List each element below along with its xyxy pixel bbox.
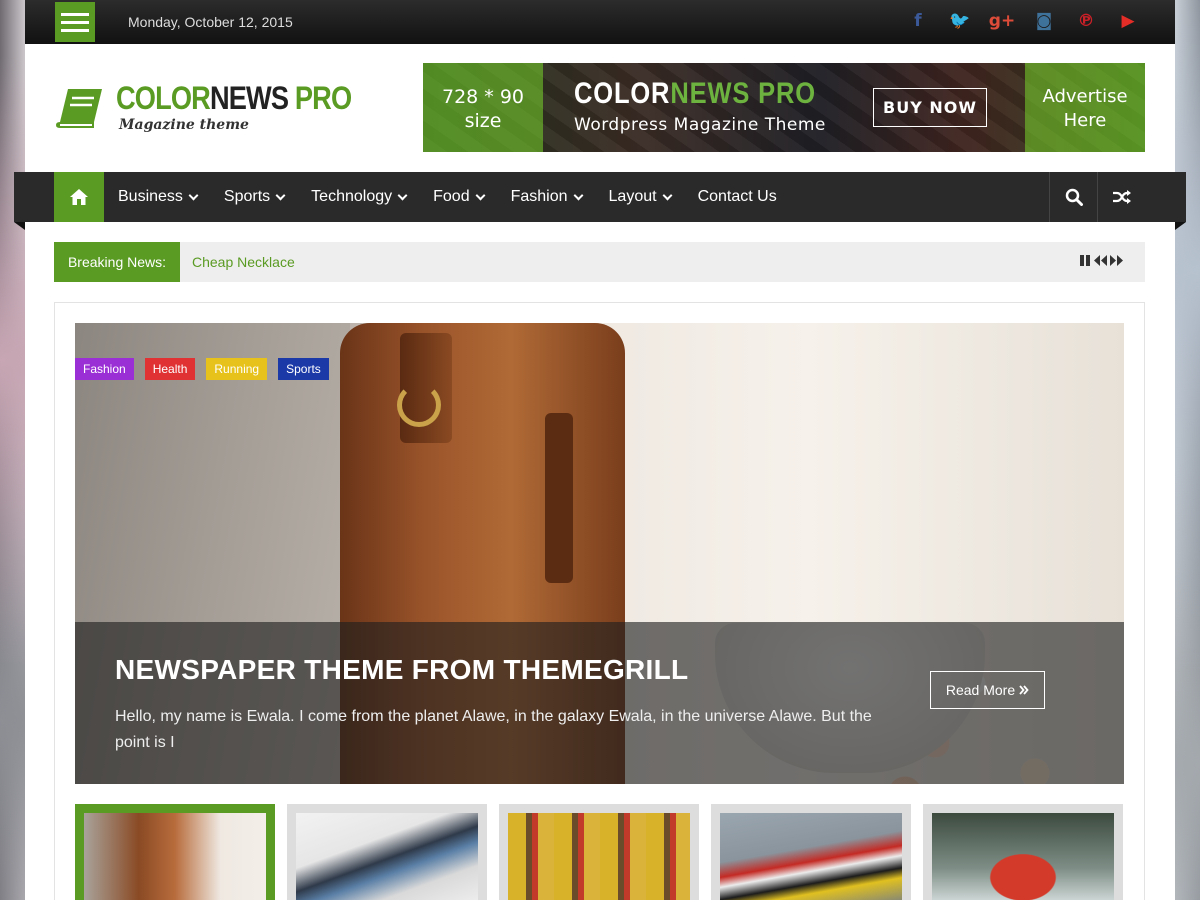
ad-size-label: 728 * 90 size xyxy=(423,63,543,152)
google-plus-icon[interactable]: g+ xyxy=(989,10,1015,32)
category-tag-health[interactable]: Health xyxy=(144,358,196,380)
advertise-here-label: Advertise Here xyxy=(1025,63,1145,152)
nav-menu: Business Sports Technology Food Fashion Layou… xyxy=(118,172,804,222)
ad-promo: COLORNEWS PRO Wordpress Magazine Theme B… xyxy=(543,63,1025,152)
category-tags: Fashion Health Running Sports xyxy=(75,358,329,380)
category-tag-sports[interactable]: Sports xyxy=(278,358,329,380)
nav-item-contact-us[interactable]: Contact Us xyxy=(698,188,777,206)
top-bar: Monday, October 12, 2015 f 🐦 g+ ◙ ℗ ▶ xyxy=(25,0,1175,44)
read-more-button[interactable]: Read More xyxy=(930,671,1045,709)
social-links: f 🐦 g+ ◙ ℗ ▶ xyxy=(907,10,1139,32)
double-chevron-right-icon xyxy=(1019,685,1029,695)
random-post-button[interactable] xyxy=(1097,172,1145,222)
slide-title[interactable]: NEWSPAPER THEME FROM THEMEGRILL xyxy=(115,654,688,686)
nav-item-business[interactable]: Business xyxy=(118,188,199,206)
thumbnail-3[interactable] xyxy=(499,804,699,900)
slide-caption: NEWSPAPER THEME FROM THEMEGRILL Hello, m… xyxy=(75,622,1124,784)
nav-item-fashion[interactable]: Fashion xyxy=(511,188,583,206)
main-navigation: Business Sports Technology Food Fashion Layou… xyxy=(14,172,1186,230)
chevron-down-icon xyxy=(188,190,199,201)
nav-item-technology[interactable]: Technology xyxy=(311,188,408,206)
thumbnail-4[interactable] xyxy=(711,804,911,900)
ticker-controls xyxy=(1079,254,1123,267)
next-icon[interactable] xyxy=(1110,254,1123,267)
slider-thumbnails xyxy=(75,804,1123,900)
ad-banner[interactable]: 728 * 90 size COLORNEWS PRO Wordpress Ma… xyxy=(423,63,1145,152)
search-icon xyxy=(1065,188,1083,206)
breaking-news-headline[interactable]: Cheap Necklace xyxy=(192,254,295,270)
hamburger-icon xyxy=(61,12,89,16)
logo-tagline: Magazine theme xyxy=(119,117,249,133)
breaking-news-label: Breaking News: xyxy=(54,242,180,282)
book-icon xyxy=(56,89,102,128)
pinterest-icon[interactable]: ℗ xyxy=(1075,10,1097,32)
home-button[interactable] xyxy=(54,172,104,222)
logo-title: COLORNEWS PRO xyxy=(116,80,352,116)
chevron-down-icon xyxy=(475,190,486,201)
chevron-down-icon xyxy=(397,190,408,201)
buy-now-button[interactable]: BUY NOW xyxy=(873,88,987,127)
shuffle-icon xyxy=(1112,190,1131,204)
chevron-down-icon xyxy=(573,190,583,201)
instagram-icon[interactable]: ◙ xyxy=(1033,10,1055,32)
category-tag-fashion[interactable]: Fashion xyxy=(75,358,134,380)
youtube-icon[interactable]: ▶ xyxy=(1117,10,1139,32)
search-button[interactable] xyxy=(1049,172,1097,222)
thumbnail-5[interactable] xyxy=(923,804,1123,900)
facebook-icon[interactable]: f xyxy=(907,10,929,32)
previous-icon[interactable] xyxy=(1094,254,1107,267)
hamburger-menu-button[interactable] xyxy=(55,2,95,42)
chevron-down-icon xyxy=(662,190,673,201)
home-icon xyxy=(70,189,88,205)
ad-brand: COLORNEWS PRO xyxy=(574,77,816,110)
category-tag-running[interactable]: Running xyxy=(206,358,268,380)
nav-item-sports[interactable]: Sports xyxy=(224,188,286,206)
chevron-down-icon xyxy=(275,190,286,201)
thumbnail-1[interactable] xyxy=(75,804,275,900)
pause-icon[interactable] xyxy=(1079,254,1091,267)
breaking-news-bar: Breaking News: Cheap Necklace xyxy=(54,242,1145,282)
ad-subtitle: Wordpress Magazine Theme xyxy=(574,115,826,135)
slide-excerpt: Hello, my name is Ewala. I come from the… xyxy=(115,708,872,751)
current-date: Monday, October 12, 2015 xyxy=(128,14,293,30)
nav-item-food[interactable]: Food xyxy=(433,188,486,206)
thumbnail-2[interactable] xyxy=(287,804,487,900)
nav-item-layout[interactable]: Layout xyxy=(609,188,673,206)
twitter-icon[interactable]: 🐦 xyxy=(949,10,971,32)
